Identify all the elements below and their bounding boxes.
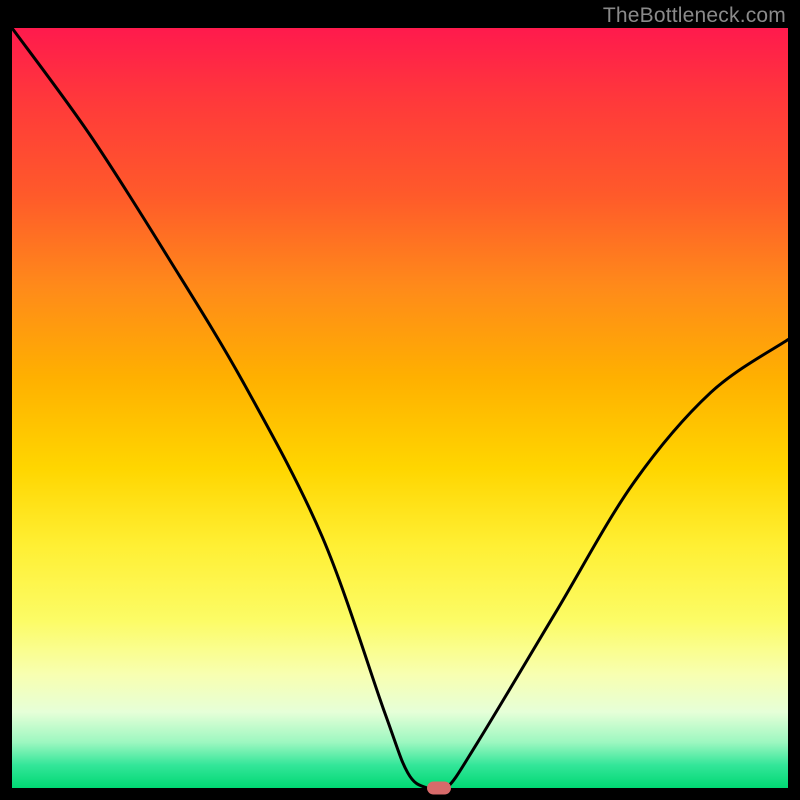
curve-svg (12, 28, 788, 788)
minimum-marker (427, 782, 451, 795)
bottleneck-curve-path (12, 28, 788, 788)
plot-area (12, 28, 788, 788)
chart-frame: TheBottleneck.com (0, 0, 800, 800)
watermark-text: TheBottleneck.com (603, 4, 786, 28)
